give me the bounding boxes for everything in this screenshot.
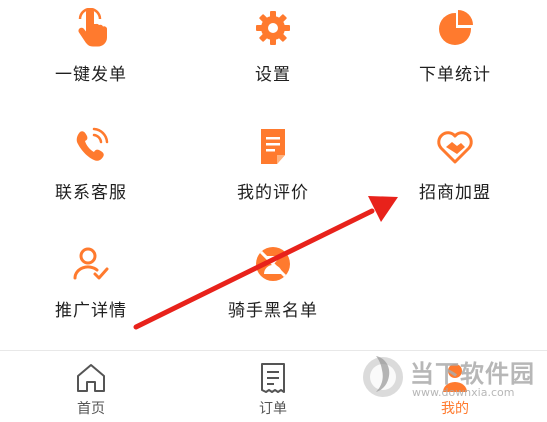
menu-item-label: 骑手黑名单 xyxy=(228,301,318,321)
menu-item-order-stats[interactable]: 下单统计 xyxy=(364,8,546,118)
menu-item-label: 我的评价 xyxy=(237,183,309,203)
pie-chart-icon xyxy=(439,10,473,45)
menu-item-label: 下单统计 xyxy=(419,65,491,85)
tab-label: 首页 xyxy=(77,401,105,417)
menu-item-customer-service[interactable]: 联系客服 xyxy=(0,126,182,236)
tab-label: 我的 xyxy=(441,401,469,417)
menu-item-label: 招商加盟 xyxy=(419,183,491,203)
menu-grid: 一键发单 设置 下单统计 联系客服 我的评价 招商加盟 推广详情 骑手黑名单 xyxy=(0,0,547,350)
tab-mine[interactable]: 我的 xyxy=(364,351,546,422)
tap-hand-icon xyxy=(78,8,107,47)
home-icon xyxy=(77,364,105,392)
tab-label: 订单 xyxy=(259,401,287,417)
menu-item-rider-blacklist[interactable]: 骑手黑名单 xyxy=(182,244,364,354)
order-list-icon xyxy=(261,363,285,393)
document-icon xyxy=(261,129,285,164)
tab-home[interactable]: 首页 xyxy=(0,351,182,422)
user-check-icon xyxy=(73,247,109,280)
gear-icon xyxy=(256,11,290,45)
handshake-heart-icon xyxy=(437,131,473,164)
menu-item-one-click-dispatch[interactable]: 一键发单 xyxy=(0,8,182,118)
user-icon xyxy=(443,364,467,392)
menu-item-label: 设置 xyxy=(255,65,291,85)
menu-item-label: 推广详情 xyxy=(55,301,127,321)
bottom-tab-bar: 首页 订单 我的 xyxy=(0,350,547,422)
menu-item-promotion-details[interactable]: 推广详情 xyxy=(0,244,182,354)
menu-item-my-reviews[interactable]: 我的评价 xyxy=(182,126,364,236)
phone-icon xyxy=(76,127,109,161)
blocked-rider-icon xyxy=(256,247,290,281)
menu-item-label: 联系客服 xyxy=(55,183,127,203)
menu-item-label: 一键发单 xyxy=(55,65,127,85)
menu-item-franchise[interactable]: 招商加盟 xyxy=(364,126,546,236)
tab-orders[interactable]: 订单 xyxy=(182,351,364,422)
menu-item-settings[interactable]: 设置 xyxy=(182,8,364,118)
